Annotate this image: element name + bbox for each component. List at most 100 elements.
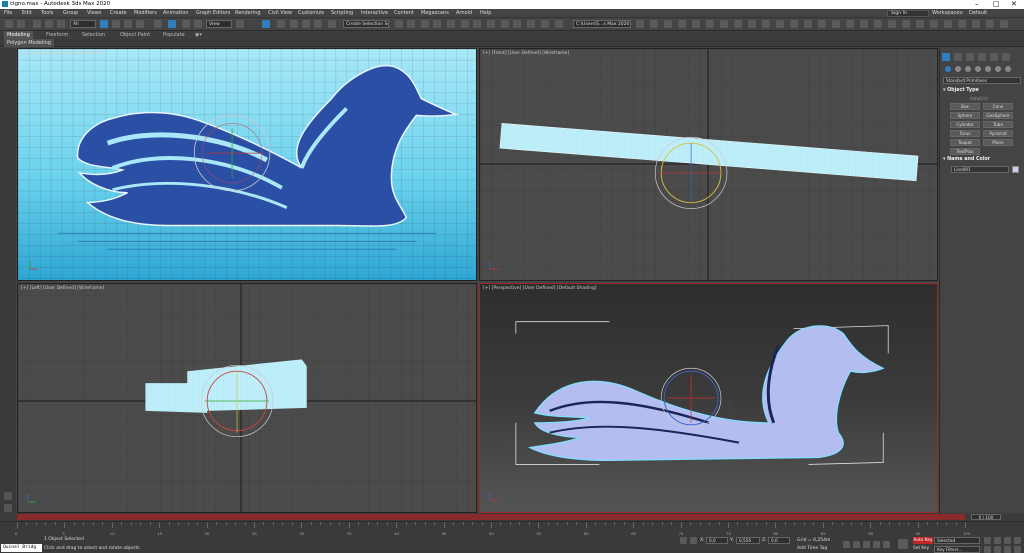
previous-frame-icon[interactable] <box>853 541 860 548</box>
go-to-end-icon[interactable] <box>883 541 890 548</box>
snaps-toggle-icon[interactable] <box>277 20 285 28</box>
geosphere-button[interactable]: GeoSphere <box>983 112 1013 119</box>
menu-help[interactable]: Help <box>480 10 491 16</box>
cloud-icon[interactable] <box>776 20 784 28</box>
viewport-layout-expand-icon[interactable] <box>4 504 12 512</box>
polygon-modeling-button[interactable]: Polygon Modeling <box>4 39 54 47</box>
geometry-icon[interactable] <box>945 66 951 72</box>
field-of-view-icon[interactable] <box>984 546 991 553</box>
box-button[interactable]: Box <box>950 103 980 110</box>
menu-civil-view[interactable]: Civil View <box>268 10 292 16</box>
auto-key-button[interactable]: Auto Key <box>913 537 933 544</box>
play-icon[interactable] <box>863 541 870 548</box>
align-icon[interactable] <box>407 20 415 28</box>
textplus-button[interactable]: TextPlus <box>950 148 980 155</box>
rectangular-selection-icon[interactable] <box>124 20 132 28</box>
viewport-perspective[interactable]: [+] [Perspective] [User Defined] [Defaul… <box>479 283 938 513</box>
select-move-icon[interactable] <box>154 20 162 28</box>
absolute-mode-icon[interactable] <box>690 537 697 544</box>
export-ass-icon[interactable] <box>902 20 910 28</box>
lights-icon[interactable] <box>965 66 971 72</box>
menu-modifiers[interactable]: Modifiers <box>134 10 157 16</box>
orbit-icon[interactable] <box>1004 546 1011 553</box>
z-coordinate-field[interactable]: 0,0 <box>768 537 790 544</box>
name-and-color-header[interactable]: ▾ Name and Color <box>943 157 990 162</box>
pivot-center-icon[interactable] <box>236 20 244 28</box>
display-tab-icon[interactable] <box>990 53 998 61</box>
overflow-icon[interactable] <box>1000 20 1008 28</box>
shader-library-icon[interactable] <box>944 20 952 28</box>
key-mode-dropdown[interactable]: Selected <box>934 537 980 544</box>
viewport-layout-icon[interactable] <box>4 492 12 500</box>
sphere-button[interactable]: Sphere <box>950 112 980 119</box>
menu-content[interactable]: Content <box>394 10 414 16</box>
menu-tools[interactable]: Tools <box>41 10 53 16</box>
reference-coordinate-dropdown[interactable]: View <box>206 20 232 28</box>
select-object-icon[interactable] <box>100 20 108 28</box>
menu-arnold[interactable]: Arnold <box>456 10 472 16</box>
set-key-icon[interactable] <box>898 539 908 549</box>
arnold-light-icon[interactable] <box>678 20 686 28</box>
object-color-swatch[interactable] <box>1012 166 1019 173</box>
x-coordinate-field[interactable]: 0,0 <box>706 537 728 544</box>
percent-snap-icon[interactable] <box>302 20 310 28</box>
ambient-light-icon[interactable] <box>818 20 826 28</box>
material-editor-icon[interactable] <box>487 20 495 28</box>
torus-button[interactable]: Torus <box>950 130 980 137</box>
schematic-view-icon[interactable] <box>473 20 481 28</box>
toggle-scene-explorer-icon[interactable] <box>421 20 429 28</box>
key-filters-button[interactable]: Key Filters... <box>934 546 980 553</box>
viewport-perspective-label[interactable]: [+] [Perspective] [User Defined] [Defaul… <box>483 286 597 291</box>
select-rotate-icon[interactable] <box>168 20 176 28</box>
pyramid-button[interactable]: Pyramid <box>983 130 1013 137</box>
motion-tab-icon[interactable] <box>978 53 986 61</box>
shapes-icon[interactable] <box>955 66 961 72</box>
next-frame-icon[interactable] <box>873 541 880 548</box>
pan-view-icon[interactable] <box>994 546 1001 553</box>
close-icon[interactable]: ✕ <box>1011 0 1017 8</box>
viewport-left-label[interactable]: [+] [Left] [User Defined] [Wireframe] <box>21 286 104 291</box>
a360-gallery-icon[interactable] <box>555 20 563 28</box>
ribbon-options-icon[interactable]: ◉▾ <box>195 32 202 38</box>
hair-shader-icon[interactable] <box>860 20 868 28</box>
autogrid-checkbox[interactable]: AutoGrid <box>970 96 988 101</box>
render-in-cloud-icon[interactable] <box>541 20 549 28</box>
megascans-import-icon[interactable] <box>986 20 994 28</box>
menu-interactive[interactable]: Interactive <box>361 10 388 16</box>
set-key-button[interactable]: Set Key <box>913 546 929 551</box>
rendered-frame-window-icon[interactable] <box>513 20 521 28</box>
spinner-snap-icon[interactable] <box>314 20 322 28</box>
time-slider-track[interactable] <box>17 514 965 520</box>
viewport-front[interactable]: [+] [Front] [User Defined] [Wireframe] <box>479 48 938 281</box>
tab-selection[interactable]: Selection <box>82 32 105 38</box>
window-crossing-icon[interactable] <box>136 20 144 28</box>
space-warps-icon[interactable] <box>995 66 1001 72</box>
create-tab-icon[interactable] <box>942 53 950 61</box>
physical-sky-icon[interactable] <box>734 20 742 28</box>
volume-shader-icon[interactable] <box>874 20 882 28</box>
y-coordinate-field[interactable]: 0,556 <box>736 537 760 544</box>
mirror-icon[interactable] <box>395 20 403 28</box>
swan-3d-model[interactable] <box>527 325 885 462</box>
workspace-dropdown[interactable]: Default <box>969 10 987 16</box>
go-to-start-icon[interactable] <box>843 541 850 548</box>
menu-group[interactable]: Group <box>63 10 78 16</box>
object-name-field[interactable]: Line001 <box>951 166 1009 173</box>
mesh-light-icon[interactable] <box>790 20 798 28</box>
create-light-icon[interactable] <box>706 20 714 28</box>
select-by-name-icon[interactable] <box>112 20 120 28</box>
project-folder-dropdown[interactable]: C:\Users\S...s Max 2020 <box>573 20 631 28</box>
redo-icon[interactable] <box>17 20 25 28</box>
angle-snap-icon[interactable] <box>290 20 298 28</box>
selection-filter-dropdown[interactable]: All <box>70 20 96 28</box>
menu-graph-editors[interactable]: Graph Editors <box>196 10 230 16</box>
create-camera-icon[interactable] <box>720 20 728 28</box>
maximize-icon[interactable]: □ <box>993 0 1000 8</box>
track-bar[interactable]: 0 5 10 15 20 25 30 35 40 45 50 55 60 65 70 75 80 85 90 95 10… <box>0 521 1024 536</box>
toggle-layer-explorer-icon[interactable] <box>433 20 441 28</box>
viewport-top-label[interactable]: [+] [Top] [User Defined] [Wireframe] <box>21 51 103 56</box>
tab-freeform[interactable]: Freeform <box>46 32 68 38</box>
tab-modeling[interactable]: Modeling <box>4 31 33 39</box>
named-selection-dropdown[interactable]: Create Selection Se <box>343 20 389 28</box>
select-place-icon[interactable] <box>194 20 202 28</box>
